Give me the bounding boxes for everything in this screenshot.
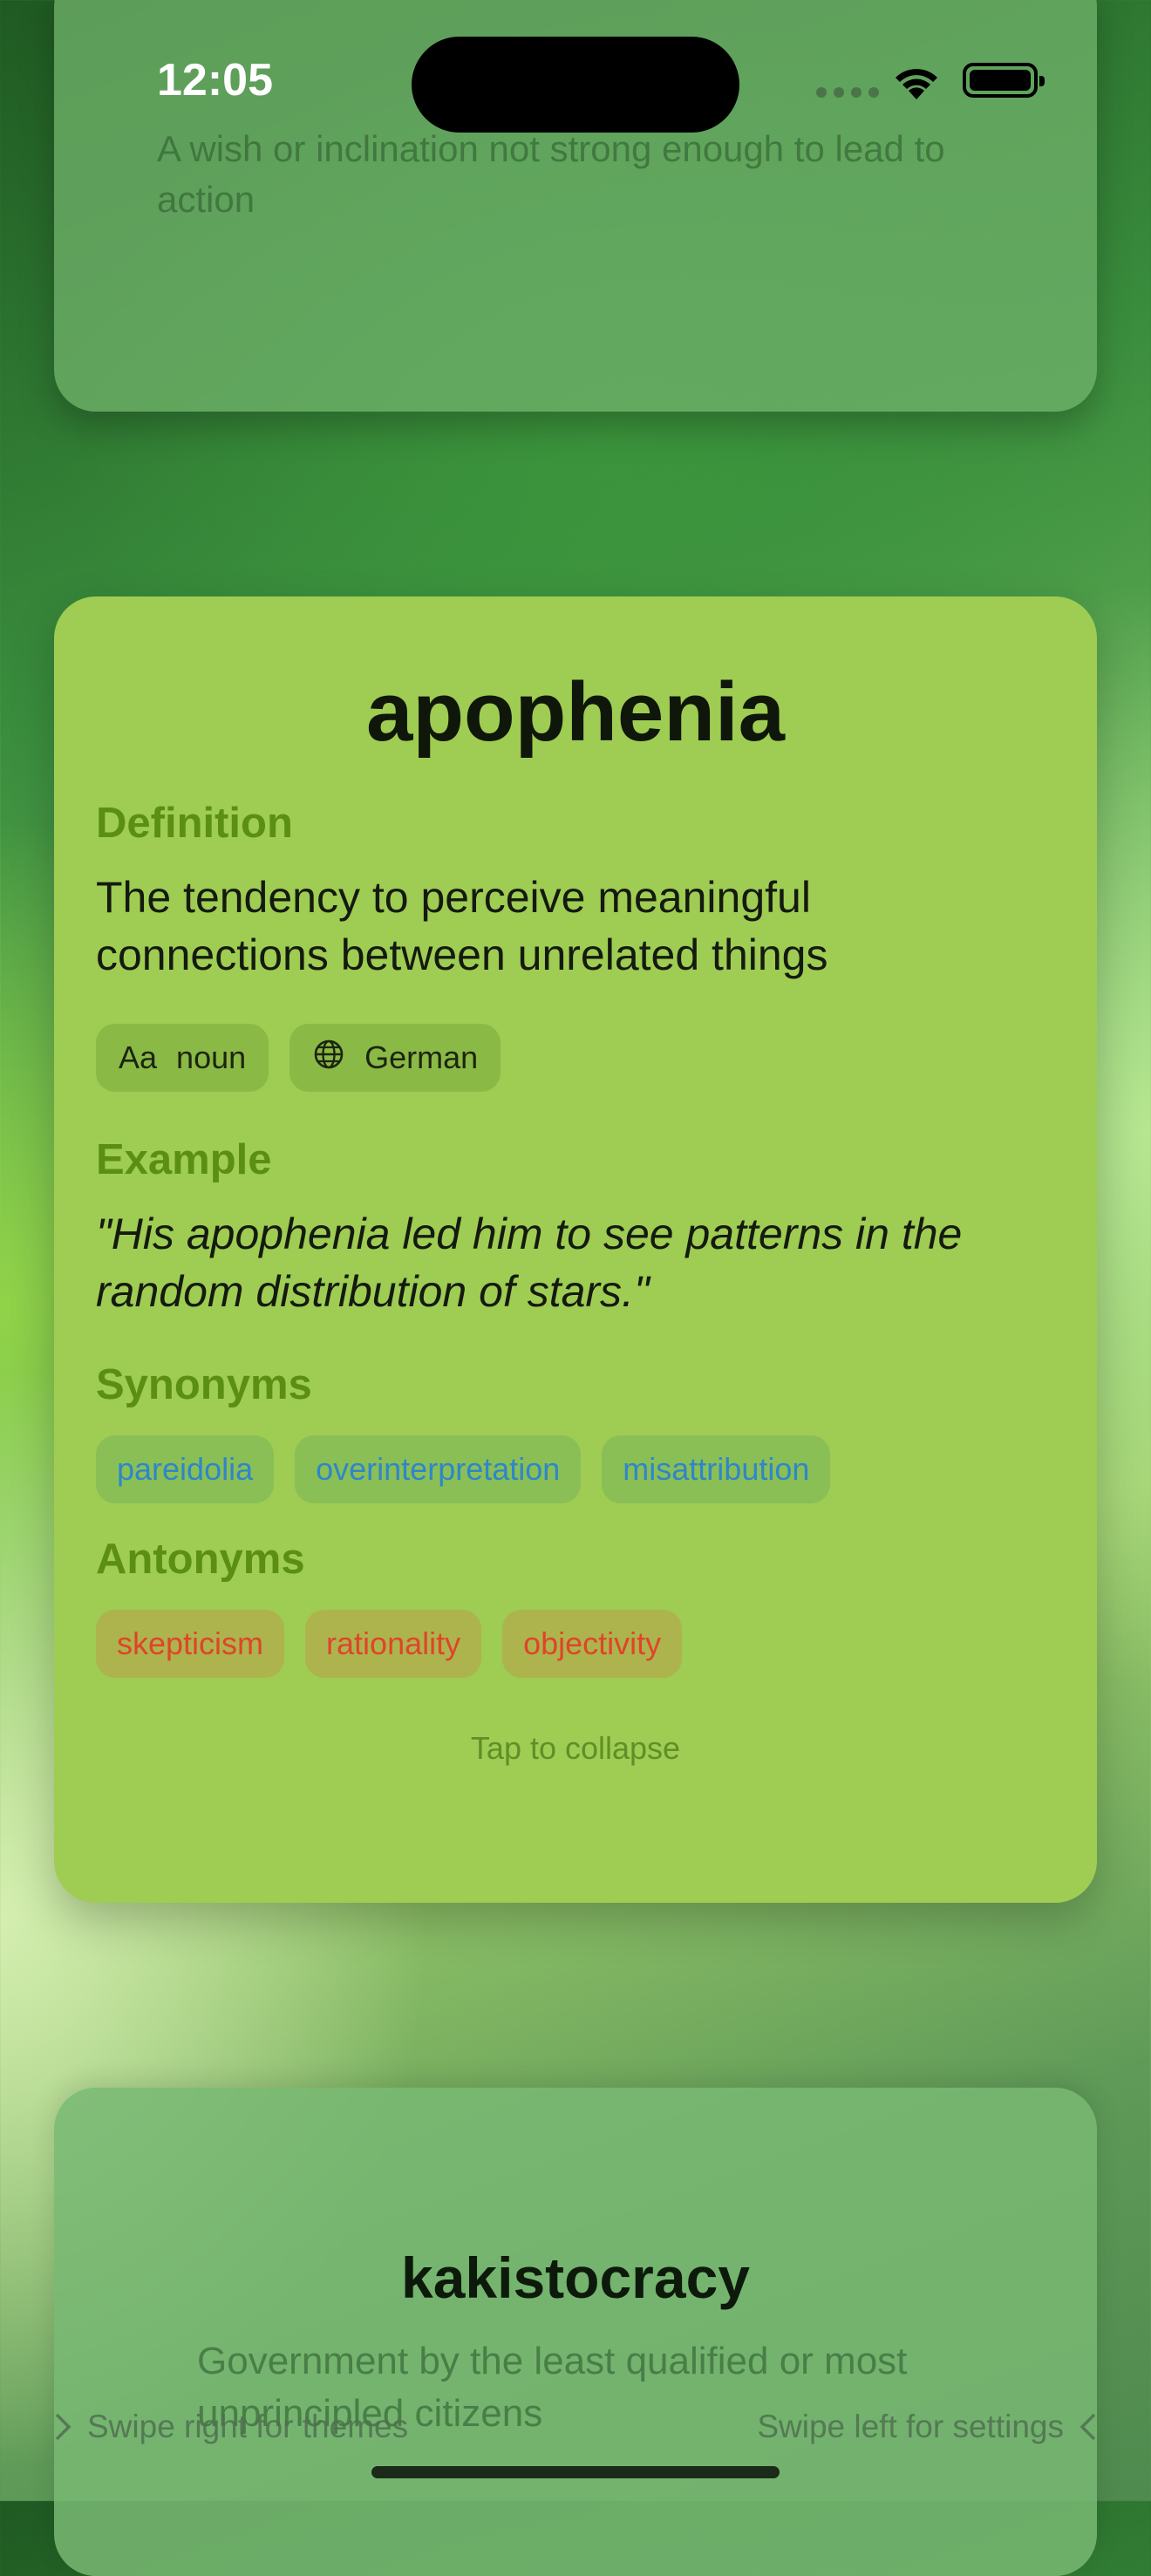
synonyms-list: pareidolia overinterpretation misattribu…	[96, 1435, 831, 1503]
chevron-right-icon	[55, 2413, 72, 2441]
example-label: Example	[96, 1136, 272, 1183]
chevron-left-icon	[1079, 2413, 1096, 2441]
cellular-signal-icon	[816, 87, 879, 98]
origin-chip: German	[289, 1024, 501, 1092]
definition-text: The tendency to perceive meaningful conn…	[96, 873, 828, 979]
synonym-chip[interactable]: overinterpretation	[295, 1435, 582, 1503]
card-word: apophenia	[365, 665, 786, 759]
synonym-chip[interactable]: misattribution	[602, 1435, 831, 1503]
synonym-chip[interactable]: pareidolia	[96, 1435, 275, 1503]
synonyms-label: Synonyms	[96, 1361, 312, 1408]
globe-icon	[312, 1038, 345, 1079]
dynamic-island	[412, 37, 739, 133]
part-of-speech-label: noun	[176, 1039, 247, 1075]
swipe-left-hint: Swipe left for settings	[757, 2409, 1097, 2445]
word-card-expanded[interactable]: apophenia Definition The tendency to per…	[54, 596, 1097, 1903]
antonym-chip[interactable]: skepticism	[96, 1610, 285, 1678]
antonyms-list: skepticism rationality objectivity	[96, 1610, 683, 1678]
part-of-speech-chip: Aa noun	[96, 1024, 269, 1092]
meta-chips: Aa noun German	[96, 1024, 501, 1092]
swipe-right-hint: Swipe right for themes	[54, 2409, 408, 2445]
battery-icon	[963, 63, 1045, 98]
antonym-chip[interactable]: rationality	[305, 1610, 482, 1678]
swipe-right-label: Swipe right for themes	[87, 2409, 409, 2444]
origin-label: German	[364, 1039, 479, 1075]
card-word: kakistocracy	[401, 2245, 750, 2310]
word-card-next[interactable]: kakistocracy Government by the least qua…	[54, 2088, 1097, 2576]
home-indicator[interactable]	[371, 2466, 780, 2478]
status-time: 12:05	[157, 55, 273, 106]
definition-label: Definition	[96, 800, 293, 847]
swipe-left-label: Swipe left for settings	[757, 2409, 1064, 2444]
collapse-button[interactable]: Tap to collapse	[54, 1730, 1097, 1767]
example-text: "His apophenia led him to see patterns i…	[96, 1210, 963, 1316]
antonyms-label: Antonyms	[96, 1536, 305, 1583]
text-format-icon: Aa	[119, 1039, 158, 1075]
status-bar: 12:05	[0, 0, 1151, 166]
antonym-chip[interactable]: objectivity	[502, 1610, 683, 1678]
wifi-icon	[889, 61, 943, 106]
